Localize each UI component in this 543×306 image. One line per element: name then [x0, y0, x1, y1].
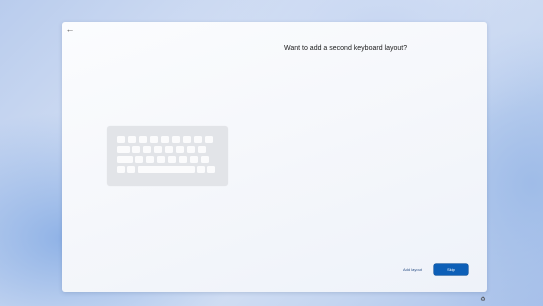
keyboard-spacebar-icon	[138, 166, 195, 173]
page-title: Want to add a second keyboard layout?	[284, 45, 408, 52]
keyboard-key-icon	[146, 156, 154, 163]
setup-panel: ← Want to add a second keyboard layout? …	[62, 22, 487, 292]
keyboard-key-icon	[117, 136, 125, 143]
keyboard-key-icon	[132, 146, 140, 153]
keyboard-key-icon	[198, 146, 206, 153]
accessibility-icon[interactable]: ♻	[479, 296, 487, 304]
keyboard-key-icon	[176, 146, 184, 153]
keyboard-key-icon	[165, 146, 173, 153]
keyboard-key-icon	[207, 166, 215, 173]
keyboard-illustration-icon	[107, 126, 228, 186]
keyboard-key-icon	[157, 156, 165, 163]
keyboard-key-icon	[117, 156, 133, 163]
keyboard-key-icon	[150, 136, 158, 143]
keyboard-key-icon	[168, 156, 176, 163]
keyboard-key-icon	[201, 156, 209, 163]
keyboard-key-icon	[154, 146, 162, 153]
keyboard-key-icon	[172, 136, 180, 143]
keyboard-key-icon	[135, 156, 143, 163]
keyboard-key-icon	[205, 136, 213, 143]
keyboard-key-icon	[117, 146, 130, 153]
back-arrow-icon[interactable]: ←	[65, 24, 75, 34]
keyboard-key-icon	[179, 156, 187, 163]
keyboard-key-icon	[194, 136, 202, 143]
skip-button[interactable]: Skip	[434, 264, 468, 275]
keyboard-key-icon	[187, 146, 195, 153]
add-layout-button[interactable]: Add layout	[403, 267, 422, 272]
keyboard-key-icon	[143, 146, 151, 153]
keyboard-key-icon	[161, 136, 169, 143]
keyboard-key-icon	[117, 166, 125, 173]
keyboard-key-icon	[139, 136, 147, 143]
keyboard-key-icon	[190, 156, 198, 163]
keyboard-key-icon	[128, 136, 136, 143]
keyboard-key-icon	[183, 136, 191, 143]
keyboard-key-icon	[197, 166, 205, 173]
keyboard-key-icon	[127, 166, 135, 173]
